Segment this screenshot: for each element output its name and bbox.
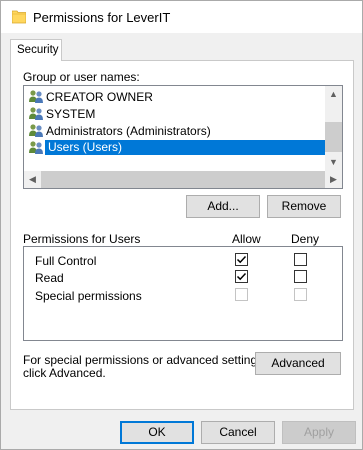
- horizontal-scrollbar[interactable]: ◀ ▶: [24, 171, 342, 188]
- permissions-dialog: Permissions for LeverIT Security Group o…: [0, 0, 363, 450]
- vertical-scroll-thumb[interactable]: [325, 122, 342, 152]
- deny-column-header: Deny: [291, 232, 320, 246]
- window-title: Permissions for LeverIT: [33, 10, 171, 25]
- remove-button[interactable]: Remove: [267, 195, 341, 218]
- scroll-right-icon[interactable]: ▶: [325, 171, 342, 188]
- check-icon: [236, 255, 247, 264]
- list-item-label: SYSTEM: [46, 107, 96, 121]
- deny-special-checkbox: [294, 288, 307, 301]
- user-group-icon: [28, 123, 45, 138]
- scroll-left-icon[interactable]: ◀: [24, 171, 41, 188]
- advanced-button[interactable]: Advanced: [255, 352, 341, 375]
- allow-column-header: Allow: [232, 232, 261, 246]
- list-item-label: Users (Users): [45, 140, 125, 155]
- group-list-label: Group or user names:: [23, 70, 140, 84]
- apply-button: Apply: [282, 421, 356, 444]
- allow-full-control-checkbox[interactable]: [235, 253, 248, 266]
- scroll-down-icon[interactable]: ▼: [325, 154, 342, 171]
- group-user-listbox[interactable]: CREATOR OWNER SYSTEM Administrators (Adm…: [23, 85, 343, 189]
- check-icon: [236, 272, 247, 281]
- vertical-scrollbar[interactable]: ▲ ▼: [325, 86, 342, 171]
- user-group-icon: [28, 89, 45, 104]
- list-item-users[interactable]: Users (Users): [24, 139, 327, 156]
- list-item-creator-owner[interactable]: CREATOR OWNER: [24, 88, 327, 105]
- list-item-system[interactable]: SYSTEM: [24, 105, 327, 122]
- tab-security[interactable]: Security: [10, 39, 62, 61]
- permission-label-special: Special permissions: [35, 289, 142, 303]
- allow-special-checkbox: [235, 288, 248, 301]
- title-bar[interactable]: Permissions for LeverIT: [1, 1, 362, 33]
- deny-read-checkbox[interactable]: [294, 270, 307, 283]
- horizontal-scroll-thumb[interactable]: [41, 171, 325, 188]
- add-button[interactable]: Add...: [186, 195, 260, 218]
- scroll-up-icon[interactable]: ▲: [325, 86, 342, 103]
- deny-full-control-checkbox[interactable]: [294, 253, 307, 266]
- permission-label-full-control: Full Control: [35, 254, 97, 268]
- permission-label-read: Read: [35, 271, 64, 285]
- folder-icon: [11, 9, 27, 24]
- allow-read-checkbox[interactable]: [235, 270, 248, 283]
- ok-button[interactable]: OK: [120, 421, 194, 444]
- cancel-button[interactable]: Cancel: [201, 421, 275, 444]
- advanced-hint-line2: click Advanced.: [23, 366, 106, 380]
- user-group-icon: [28, 140, 45, 155]
- permissions-header: Permissions for Users: [23, 232, 141, 246]
- permissions-list: Full Control Read Special permissions: [23, 246, 343, 341]
- list-item-label: CREATOR OWNER: [46, 90, 153, 104]
- list-item-administrators[interactable]: Administrators (Administrators): [24, 122, 327, 139]
- advanced-hint-line1: For special permissions or advanced sett…: [23, 353, 267, 367]
- list-item-label: Administrators (Administrators): [46, 124, 211, 138]
- user-group-icon: [28, 106, 45, 121]
